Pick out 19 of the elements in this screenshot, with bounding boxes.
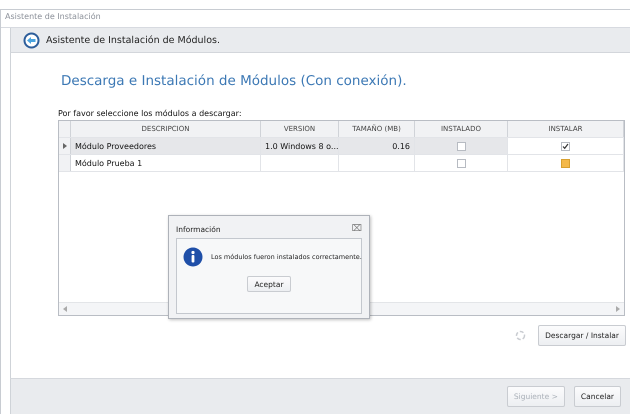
checkbox[interactable] — [561, 142, 570, 150]
spinner-icon — [515, 330, 526, 341]
table-cell: 1.0 Windows 8 o... — [261, 138, 339, 154]
header-corner — [59, 121, 71, 137]
row-header[interactable] — [59, 138, 71, 154]
instruction-text: Por favor seleccione los módulos a descargar: — [58, 109, 243, 118]
checkbox[interactable] — [456, 158, 466, 168]
row-pointer-icon — [62, 143, 66, 149]
window-title: Asistente de Instalación — [5, 12, 101, 21]
table-cell: Módulo Proveedores — [71, 138, 261, 154]
scroll-right-icon[interactable] — [616, 306, 620, 312]
info-icon — [183, 247, 203, 267]
checkbox[interactable] — [456, 142, 466, 150]
close-button[interactable]: ⌧ — [352, 224, 362, 234]
back-arrow-icon[interactable] — [23, 32, 40, 48]
wizard-title: Asistente de Instalación de Módulos. — [46, 34, 220, 46]
table-cell: 0.16 — [339, 138, 415, 154]
page-heading: Descarga e Instalación de Módulos (Con conexión). — [61, 73, 408, 89]
scroll-left-icon[interactable] — [63, 306, 67, 312]
